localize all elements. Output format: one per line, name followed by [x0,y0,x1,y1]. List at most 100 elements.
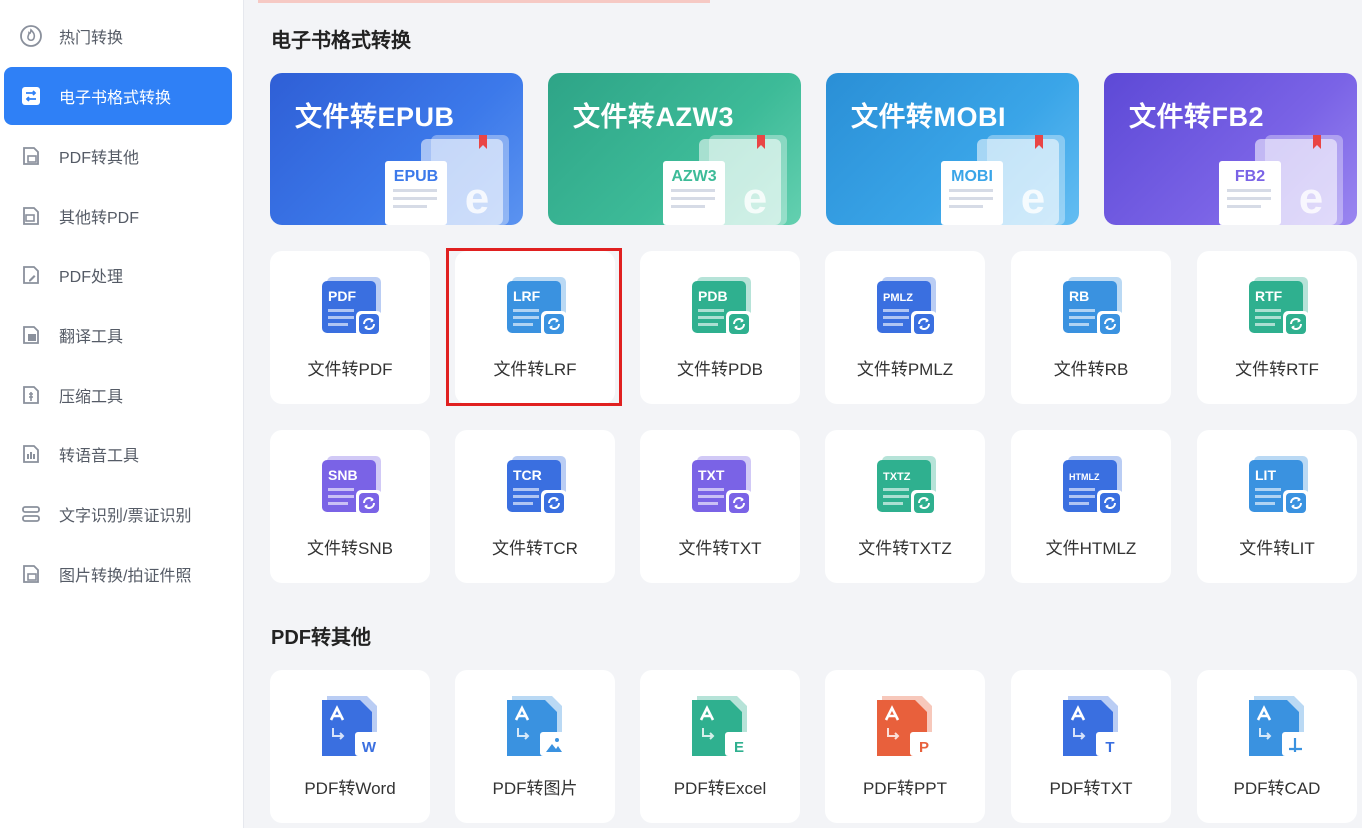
banner-badge: MOBI [951,168,993,185]
ebook-icon: FB2 e [1219,135,1343,225]
pdf-to-e-icon: E [692,696,753,756]
tool-label: 文件转TXT [678,539,762,558]
tool-txt-card[interactable]: TXT 文件转TXT [640,430,800,583]
tool-label: PDF转TXT [1049,779,1133,798]
pdf-to-t-card[interactable]: T PDF转TXT [1011,670,1171,823]
sidebar-item-hot[interactable]: 热门转换 [4,7,232,65]
sidebar-item-pdf-out[interactable]: PDF转其他 [4,127,232,185]
image-convert-icon [18,561,44,587]
tool-lrf-card[interactable]: LRF 文件转LRF [455,251,615,404]
pdf-to-cad-card[interactable]: PDF转CAD [1197,670,1357,823]
pdf-to-p-icon: P [877,696,938,756]
svg-text:e: e [465,174,489,223]
banner-epub[interactable]: 文件转EPUB EPUB e [270,73,523,225]
tool-label: PDF转CAD [1233,779,1321,798]
tool-rb-card[interactable]: RB 文件转RB [1011,251,1171,404]
svg-text:e: e [1021,174,1045,223]
sidebar-item-translate[interactable]: 翻译工具 [4,306,232,364]
sidebar-item-label: PDF处理 [59,269,124,286]
sidebar: 热门转换 电子书格式转换 PDF转其他 其他转PDF PDF处理 翻译工具 压缩… [0,0,244,828]
pdf-out-icon [18,143,44,169]
file-tcr-icon: TCR [507,456,567,516]
sidebar-item-label: 图片转换/拍证件照 [59,568,192,585]
tool-label: PDF转图片 [492,779,578,798]
sidebar-item-image[interactable]: 图片转换/拍证件照 [4,545,232,603]
tool-label: 文件转RTF [1235,360,1319,379]
tool-label: 文件转SNB [307,539,393,558]
ebook-icon: MOBI e [941,135,1065,225]
sidebar-item-pdf-in[interactable]: 其他转PDF [4,187,232,245]
pdf-edit-icon [18,262,44,288]
svg-text:T: T [1105,739,1114,756]
file-txtz-icon: TXTZ [877,456,937,516]
ebook-icon: EPUB e [385,135,509,225]
tool-label: 文件转RB [1053,360,1129,379]
tool-txtz-card[interactable]: TXTZ 文件转TXTZ [825,430,985,583]
tool-label: 文件HTMLZ [1045,539,1137,558]
pdf-to-e-card[interactable]: E PDF转Excel [640,670,800,823]
translate-icon [18,322,44,348]
tool-label: 文件转PMLZ [856,360,954,379]
sidebar-item-compress[interactable]: 压缩工具 [4,366,232,424]
ebook-convert-icon [18,83,44,109]
file-pmlz-icon: PMLZ [877,277,937,337]
tool-pdf-card[interactable]: PDF 文件转PDF [270,251,430,404]
ocr-icon [18,501,44,527]
svg-text:PDB: PDB [698,288,728,304]
pdf-to-t-icon: T [1063,696,1124,756]
section-title-pdf: PDF转其他 [271,627,371,649]
svg-text:P: P [919,739,929,756]
svg-text:TXT: TXT [698,467,725,483]
section-title-ebook: 电子书格式转换 [271,30,411,52]
svg-text:e: e [743,174,767,223]
ebook-icon: AZW3 e [663,135,787,225]
sidebar-item-ocr[interactable]: 文字识别/票证识别 [4,485,232,543]
file-rtf-icon: RTF [1249,277,1309,337]
tool-lit-card[interactable]: LIT 文件转LIT [1197,430,1357,583]
banner-title: 文件转FB2 [1129,102,1265,132]
svg-text:RTF: RTF [1255,288,1283,304]
pdf-to-img-card[interactable]: PDF转图片 [455,670,615,823]
sidebar-item-pdf-edit[interactable]: PDF处理 [4,246,232,304]
banner-badge: FB2 [1235,168,1265,185]
banner-azw3[interactable]: 文件转AZW3 AZW3 e [548,73,801,225]
pdf-to-p-card[interactable]: P PDF转PPT [825,670,985,823]
tool-label: PDF转PPT [862,779,948,798]
svg-text:PDF: PDF [328,288,356,304]
svg-text:TCR: TCR [513,467,542,483]
sidebar-item-label: 翻译工具 [59,329,124,346]
tool-tcr-card[interactable]: TCR 文件转TCR [455,430,615,583]
sidebar-item-label: 压缩工具 [59,389,124,406]
pdf-to-w-icon: W [322,696,383,756]
tool-label: PDF转Word [304,779,396,798]
tool-label: 文件转LRF [493,360,577,379]
sidebar-item-ebook[interactable]: 电子书格式转换 [4,67,232,125]
pdf-to-w-card[interactable]: W PDF转Word [270,670,430,823]
pdf-to-cad-icon [1249,696,1310,756]
tool-pdb-card[interactable]: PDB 文件转PDB [640,251,800,404]
svg-text:HTMLZ: HTMLZ [1069,472,1100,482]
tool-pmlz-card[interactable]: PMLZ 文件转PMLZ [825,251,985,404]
tool-label: 文件转LIT [1239,539,1315,558]
svg-text:W: W [362,739,377,756]
tool-htmlz-card[interactable]: HTMLZ 文件HTMLZ [1011,430,1171,583]
banner-title: 文件转EPUB [295,102,455,132]
voice-icon [18,441,44,467]
tool-label: 文件转TCR [492,539,578,558]
file-lrf-icon: LRF [507,277,567,337]
tool-snb-card[interactable]: SNB 文件转SNB [270,430,430,583]
svg-text:PMLZ: PMLZ [883,292,913,304]
svg-text:TXTZ: TXTZ [883,471,911,483]
banner-title: 文件转MOBI [851,102,1006,132]
tool-rtf-card[interactable]: RTF 文件转RTF [1197,251,1357,404]
svg-text:LRF: LRF [513,288,541,304]
svg-text:LIT: LIT [1255,467,1276,483]
banner-fb2[interactable]: 文件转FB2 FB2 e [1104,73,1357,225]
sidebar-item-voice[interactable]: 转语音工具 [4,425,232,483]
banner-title: 文件转AZW3 [573,102,734,132]
svg-text:RB: RB [1069,288,1089,304]
banner-mobi[interactable]: 文件转MOBI MOBI e [826,73,1079,225]
tool-label: 文件转PDB [677,360,763,379]
sidebar-item-label: 电子书格式转换 [59,90,172,107]
pdf-in-icon [18,203,44,229]
